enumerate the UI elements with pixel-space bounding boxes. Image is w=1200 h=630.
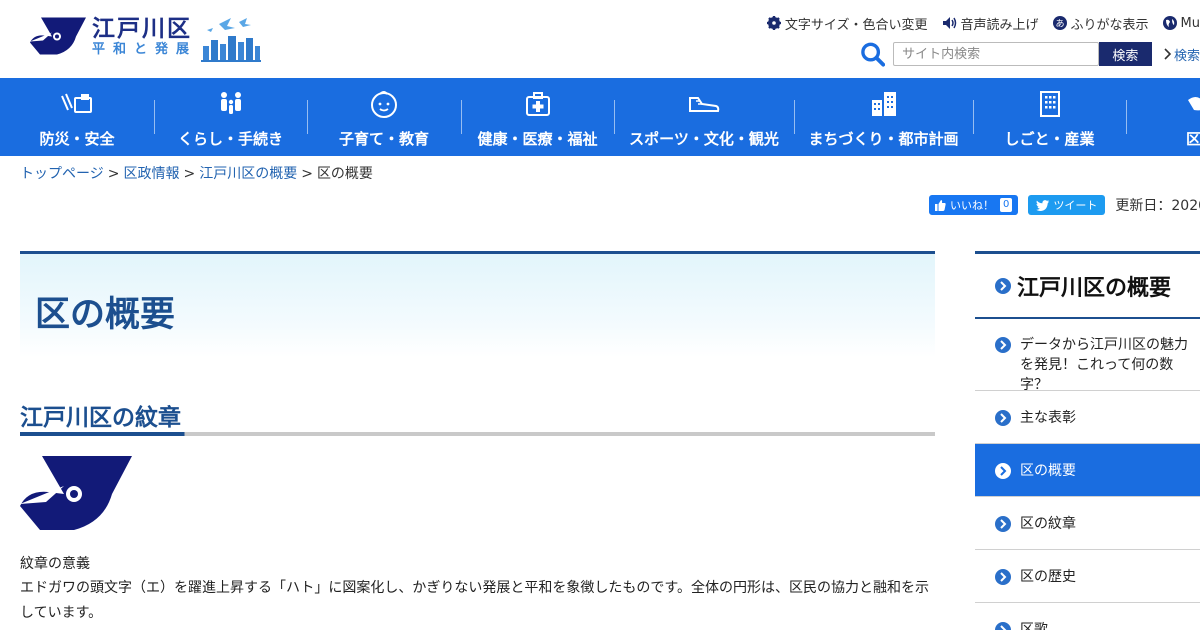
breadcrumb-separator: > bbox=[301, 166, 313, 182]
medical-kit-icon bbox=[525, 92, 550, 116]
svg-text:あ: あ bbox=[1055, 19, 1064, 30]
read-aloud-link[interactable]: 音声読み上げ bbox=[942, 14, 1039, 33]
util-label: 音声読み上げ bbox=[960, 17, 1039, 33]
breadcrumb-separator: > bbox=[107, 166, 120, 182]
city-icon bbox=[871, 92, 896, 116]
facebook-like-button[interactable]: いいね！ 0 bbox=[929, 195, 1019, 215]
dove-icon bbox=[1188, 97, 1200, 111]
nav-item-work-industry[interactable]: しごと・産業 bbox=[973, 78, 1126, 156]
util-label: Mu bbox=[1180, 15, 1200, 31]
sidebar-header: 江戸川区の概要 bbox=[975, 251, 1200, 319]
updated-date: 更新日：2020 bbox=[1115, 198, 1200, 214]
util-label: 文字サイズ・色合い変更 bbox=[784, 17, 928, 33]
breadcrumb-link-top[interactable]: トップページ bbox=[20, 166, 104, 182]
social-bar: いいね！ 0 ツイート 更新日：2020 bbox=[929, 195, 1200, 215]
heading-underline bbox=[20, 432, 935, 436]
thumbs-up-icon bbox=[935, 199, 946, 211]
sidebar-item-label: データから江戸川区の魅力を発見！これって何の数字？ bbox=[1020, 337, 1188, 391]
breadcrumb: トップページ > 区政情報 > 江戸川区の概要 > 区の概要 bbox=[20, 163, 373, 183]
nav-label: スポーツ・文化・観光 bbox=[629, 130, 779, 148]
nav-label: まちづくり・都市計画 bbox=[808, 130, 959, 148]
nav-item-disaster-safety[interactable]: 防災・安全 bbox=[0, 78, 154, 156]
nav-item-living-procedures[interactable]: くらし・手続き bbox=[154, 78, 307, 156]
like-count: 0 bbox=[1000, 198, 1013, 212]
sidebar-item-overview[interactable]: 区の概要 bbox=[975, 444, 1200, 497]
chevron-circle-icon bbox=[995, 622, 1011, 630]
tweet-label: ツイート bbox=[1053, 199, 1098, 212]
sidebar-item-emblem[interactable]: 区の紋章 bbox=[975, 497, 1200, 550]
people-icon bbox=[220, 92, 241, 114]
search-icon[interactable] bbox=[860, 41, 886, 67]
site-search: 検索 検索 bbox=[860, 40, 1200, 68]
chevron-circle-icon bbox=[995, 337, 1011, 353]
section-heading: 江戸川区の紋章 bbox=[20, 398, 935, 438]
chevron-circle-icon bbox=[995, 516, 1011, 532]
sidebar-item-label: 区の歴史 bbox=[1020, 569, 1076, 585]
page-title: 区の概要 bbox=[35, 295, 176, 335]
nav-label: 防災・安全 bbox=[39, 130, 115, 148]
utility-links: 文字サイズ・色合い変更 音声読み上げ あ ふりがな表示 Mu bbox=[753, 13, 1200, 33]
nav-item-ward-government[interactable]: 区政 bbox=[1126, 78, 1200, 156]
logo-subtitle: 平和と発展 bbox=[92, 42, 198, 57]
sidebar-item-label: 主な表彰 bbox=[1020, 410, 1076, 426]
site-header: 江戸川区 平和と発展 文字サイズ・色合い変更 音声読み上げ あ ふりがな表示 M… bbox=[0, 0, 1200, 78]
breadcrumb-current: 区の概要 bbox=[316, 166, 373, 182]
ward-emblem-image bbox=[20, 456, 132, 530]
sidebar-item-awards[interactable]: 主な表彰 bbox=[975, 391, 1200, 444]
furigana-link[interactable]: あ ふりがな表示 bbox=[1052, 14, 1149, 33]
city-skyline-icon bbox=[201, 18, 262, 62]
nav-label: しごと・産業 bbox=[1004, 130, 1095, 148]
gear-icon bbox=[766, 16, 781, 30]
edogawa-emblem-icon bbox=[30, 17, 86, 55]
breadcrumb-link-overview[interactable]: 江戸川区の概要 bbox=[199, 166, 297, 182]
speaker-icon bbox=[942, 17, 956, 29]
page-title-box: 区の概要 bbox=[20, 251, 935, 357]
sneaker-icon bbox=[689, 97, 720, 112]
disaster-safety-icon bbox=[61, 93, 92, 113]
global-nav: 防災・安全 くらし・手続き 子育て・教育 健康・医療・福祉 スポーツ・文化・観光… bbox=[0, 78, 1200, 156]
globe-icon bbox=[1162, 16, 1177, 30]
sidebar-item-data-numbers[interactable]: データから江戸川区の魅力を発見！これって何の数字？ bbox=[975, 319, 1200, 391]
emblem-caption: 紋章の意義 bbox=[20, 556, 90, 572]
breadcrumb-separator: > bbox=[183, 166, 196, 182]
chevron-circle-icon bbox=[995, 277, 1011, 294]
emblem-description: エドガワの頭文字（エ）を躍進上昇する「ハト」に図案化し、かぎりない発展と平和を象… bbox=[20, 580, 930, 621]
logo-title: 江戸川区 bbox=[92, 16, 192, 42]
advanced-search-link[interactable]: 検索 bbox=[1164, 45, 1200, 64]
text-size-color-link[interactable]: 文字サイズ・色合い変更 bbox=[766, 14, 928, 33]
sidebar-title: 江戸川区の概要 bbox=[1017, 275, 1172, 301]
nav-item-health-medical-welfare[interactable]: 健康・医療・福祉 bbox=[461, 78, 614, 156]
tweet-button[interactable]: ツイート bbox=[1028, 195, 1106, 215]
chevron-circle-icon bbox=[995, 463, 1011, 479]
util-label: ふりがな表示 bbox=[1070, 17, 1149, 33]
furigana-icon: あ bbox=[1052, 16, 1067, 30]
section-heading-text: 江戸川区の紋章 bbox=[20, 405, 181, 431]
sidebar-item-label: 区の概要 bbox=[1020, 463, 1076, 479]
nav-item-urban-planning[interactable]: まちづくり・都市計画 bbox=[794, 78, 973, 156]
baby-icon bbox=[371, 91, 397, 118]
sidebar-item-ward-song[interactable]: 区歌 bbox=[975, 603, 1200, 630]
search-button[interactable]: 検索 bbox=[1098, 42, 1152, 66]
advanced-search-label: 検索 bbox=[1173, 48, 1200, 64]
sidebar-item-label: 区の紋章 bbox=[1020, 516, 1076, 532]
breadcrumb-link-government[interactable]: 区政情報 bbox=[123, 166, 179, 182]
sidebar-item-history[interactable]: 区の歴史 bbox=[975, 550, 1200, 603]
sidebar-menu: データから江戸川区の魅力を発見！これって何の数字？ 主な表彰 区の概要 区の紋章… bbox=[975, 319, 1200, 630]
search-input[interactable] bbox=[893, 42, 1099, 66]
nav-item-childcare-education[interactable]: 子育て・教育 bbox=[307, 78, 461, 156]
nav-item-sports-culture-tourism[interactable]: スポーツ・文化・観光 bbox=[614, 78, 794, 156]
twitter-bird-icon bbox=[1036, 199, 1050, 211]
like-label: いいね！ bbox=[950, 199, 994, 212]
building-icon bbox=[1039, 91, 1060, 117]
sidebar-item-label: 区歌 bbox=[1020, 622, 1048, 630]
chevron-right-icon bbox=[1164, 48, 1172, 60]
nav-label: 区政 bbox=[1185, 130, 1200, 148]
chevron-circle-icon bbox=[995, 410, 1011, 426]
nav-label: 子育て・教育 bbox=[338, 130, 429, 148]
chevron-circle-icon bbox=[995, 569, 1011, 585]
nav-label: 健康・医療・福祉 bbox=[477, 130, 598, 148]
language-link[interactable]: Mu bbox=[1162, 15, 1200, 31]
site-logo[interactable]: 江戸川区 平和と発展 bbox=[30, 16, 270, 62]
nav-label: くらし・手続き bbox=[177, 130, 283, 148]
